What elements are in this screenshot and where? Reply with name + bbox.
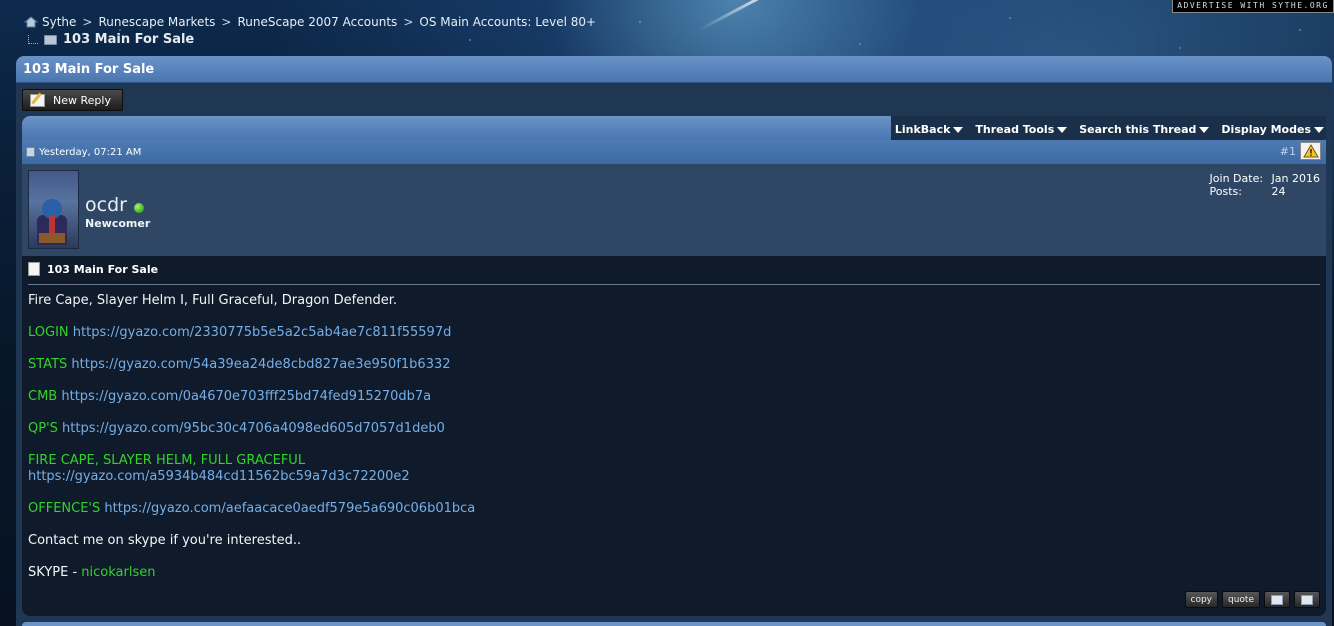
new-reply-label: New Reply	[53, 93, 111, 107]
breadcrumb-item-rs2007-accounts[interactable]: RuneScape 2007 Accounts	[237, 15, 397, 29]
home-icon[interactable]	[24, 16, 38, 28]
advertise-banner[interactable]: ADVERTISE WITH SYTHE.ORG	[1172, 0, 1334, 13]
menu-display-modes-label: Display Modes	[1221, 123, 1311, 136]
menu-search-thread-label: Search this Thread	[1079, 123, 1197, 136]
breadcrumb-separator: >	[82, 15, 93, 29]
current-thread-title: 103 Main For Sale	[63, 32, 195, 47]
fire-cape-label: FIRE CAPE, SLAYER HELM, FULL GRACEFUL	[28, 453, 306, 468]
cmb-link[interactable]: https://gyazo.com/0a4670e703fff25bd74fed…	[61, 389, 431, 404]
username-link[interactable]: ocdr	[85, 194, 127, 216]
breadcrumb-item-sythe[interactable]: Sythe	[42, 15, 76, 29]
next-post-strip	[22, 622, 1326, 626]
chevron-down-icon	[1314, 126, 1324, 133]
quick-reply-icon	[1301, 594, 1313, 605]
chevron-down-icon	[1057, 126, 1068, 133]
folder-icon	[44, 34, 57, 45]
skype-label: SKYPE -	[28, 565, 78, 580]
menu-thread-tools[interactable]: Thread Tools	[975, 123, 1068, 140]
post-content: Fire Cape, Slayer Helm I, Full Graceful,…	[28, 293, 1320, 581]
stats-link[interactable]: https://gyazo.com/54a39ea24de8cbd827ae3e…	[71, 357, 450, 372]
post-title-row: 103 Main For Sale	[28, 262, 1320, 285]
breadcrumb-item-runescape-markets[interactable]: Runescape Markets	[98, 15, 215, 29]
pencil-icon	[30, 93, 45, 107]
post-action-buttons: copy quote	[1184, 591, 1320, 608]
menu-search-thread[interactable]: Search this Thread	[1079, 123, 1210, 140]
breadcrumb: Sythe > Runescape Markets > RuneScape 20…	[24, 15, 596, 29]
offence-link[interactable]: https://gyazo.com/aefaacace0aedf579e5a69…	[104, 501, 475, 516]
comet-decoration	[699, 0, 781, 31]
thread-tools-menu: LinkBack Thread Tools Search this Thread…	[890, 116, 1326, 140]
menu-display-modes[interactable]: Display Modes	[1221, 123, 1324, 140]
offence-label: OFFENCE'S	[28, 501, 101, 516]
copy-button[interactable]: copy	[1184, 591, 1218, 608]
menu-linkback-label: LinkBack	[894, 123, 951, 136]
qps-label: QP'S	[28, 421, 58, 436]
thread-tools-bar: LinkBack Thread Tools Search this Thread…	[22, 116, 1326, 140]
fire-cape-link[interactable]: https://gyazo.com/a5934b484cd11562bc59a7…	[28, 469, 410, 484]
qps-link[interactable]: https://gyazo.com/95bc30c4706a4098ed605d…	[62, 421, 445, 436]
thread-panel: 103 Main For Sale New Reply LinkBack Thr…	[16, 56, 1332, 626]
avatar[interactable]	[28, 170, 79, 249]
multi-quote-icon	[1271, 594, 1283, 605]
login-link[interactable]: https://gyazo.com/2330775b5e5a2c5ab4ae7c…	[73, 325, 452, 340]
breadcrumb-separator: >	[403, 15, 414, 29]
new-reply-button[interactable]: New Reply	[22, 89, 123, 111]
breadcrumb-item-os-main-accounts[interactable]: OS Main Accounts: Level 80+	[419, 15, 596, 29]
thread-title-header: 103 Main For Sale	[16, 56, 1332, 83]
post-date: Yesterday, 07:21 AM	[39, 146, 142, 158]
report-post-icon[interactable]	[1300, 142, 1321, 160]
post-intro: Fire Cape, Slayer Helm I, Full Graceful,…	[28, 293, 398, 308]
post-number-link[interactable]: #1	[1280, 145, 1296, 158]
join-date-label: Join Date:	[1209, 172, 1264, 185]
post-header: Yesterday, 07:21 AM #1	[22, 140, 1326, 164]
breadcrumb-separator: >	[221, 15, 232, 29]
user-rank-title: Newcomer	[85, 217, 151, 230]
post-body: 103 Main For Sale Fire Cape, Slayer Helm…	[22, 256, 1326, 616]
join-date-value: Jan 2016	[1271, 172, 1320, 185]
online-status-icon	[134, 203, 144, 213]
post-title: 103 Main For Sale	[47, 262, 159, 276]
contact-text: Contact me on skype if you're interested…	[28, 533, 302, 548]
document-icon	[28, 262, 40, 276]
cmb-label: CMB	[28, 389, 58, 404]
quote-button[interactable]: quote	[1222, 591, 1260, 608]
chevron-down-icon	[953, 126, 964, 133]
quick-reply-button[interactable]	[1294, 591, 1320, 608]
skype-value: nicokarlsen	[81, 565, 156, 580]
menu-linkback[interactable]: LinkBack	[895, 123, 964, 140]
avatar-figure-leg	[39, 233, 65, 243]
multi-quote-button[interactable]	[1264, 591, 1290, 608]
posts-label: Posts:	[1209, 185, 1242, 198]
posts-value: 24	[1271, 185, 1286, 198]
current-thread-crumb: 103 Main For Sale	[28, 32, 194, 47]
login-label: LOGIN	[28, 325, 69, 340]
chevron-down-icon	[1199, 126, 1210, 133]
user-stats: Join Date: Jan 2016 Posts: 24	[1210, 172, 1320, 198]
menu-thread-tools-label: Thread Tools	[975, 123, 1055, 136]
post-user-info: ocdr Newcomer Join Date: Jan 2016 Posts: 2…	[22, 164, 1326, 256]
tree-line	[28, 35, 38, 44]
post-status-icon	[26, 147, 35, 157]
stats-label: STATS	[28, 357, 68, 372]
